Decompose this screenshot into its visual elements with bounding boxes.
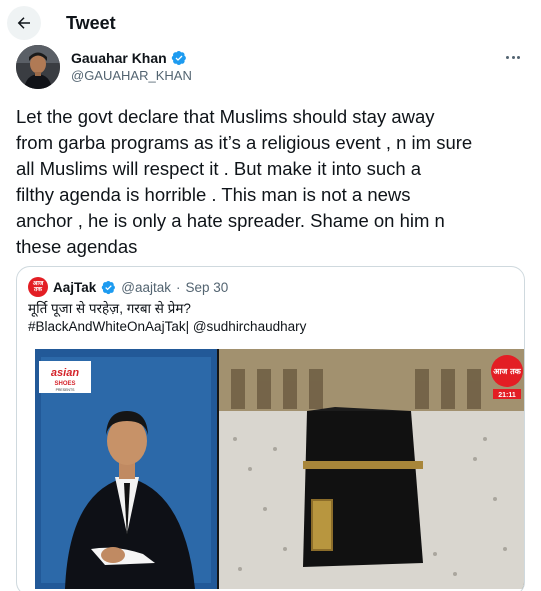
sponsor-logo: asian SHOES PRESENTS [39,361,91,393]
top-bar: Tweet [0,0,541,48]
quoted-author-name: AajTak [53,279,97,295]
arrow-left-icon [17,17,30,29]
aajtak-avatar: आज तक [28,277,48,297]
page-title: Tweet [66,13,116,33]
quoted-tweet[interactable]: आज तक AajTak @aajtak · Sep 30 मूर्ति पूज… [16,266,525,591]
tweet-text: Let the govt declare that Muslims should… [16,106,473,257]
quoted-tweet-video[interactable]: asian SHOES PRESENTS आज तक 21:11 [35,349,524,589]
quoted-tweet-hashtags[interactable]: #BlackAndWhiteOnAajTak| @sudhirchaudhary [28,319,306,334]
verified-badge-icon [171,51,186,65]
back-button[interactable] [7,6,41,40]
author-handle[interactable]: @GAUAHAR_KHAN [71,68,192,83]
svg-text:asian: asian [51,367,79,379]
svg-text:21:11: 21:11 [498,392,516,399]
quoted-tweet-date[interactable]: Sep 30 [186,280,229,295]
more-options-button[interactable] [500,47,526,67]
svg-text:PRESENTS: PRESENTS [56,388,76,392]
tweet-author: Gauahar Khan @GAUAHAR_KHAN [16,45,526,93]
aajtak-channel-logo: आज तक 21:11 [491,355,523,399]
author-name[interactable]: Gauahar Khan [71,50,187,66]
kaaba-image [303,407,423,567]
svg-text:आज तक: आज तक [493,367,521,376]
more-horizontal-icon [506,55,510,59]
quoted-author-handle: @aajtak [121,279,172,295]
svg-text:SHOES: SHOES [54,381,75,387]
quoted-tweet-header: आज तक AajTak @aajtak · Sep 30 [28,277,228,297]
author-avatar[interactable] [16,45,60,89]
verified-badge-icon [102,280,116,294]
dot-separator: · [176,279,181,295]
quoted-tweet-text: मूर्ति पूजा से परहेज़, गरबा से प्रेम? [28,301,191,316]
